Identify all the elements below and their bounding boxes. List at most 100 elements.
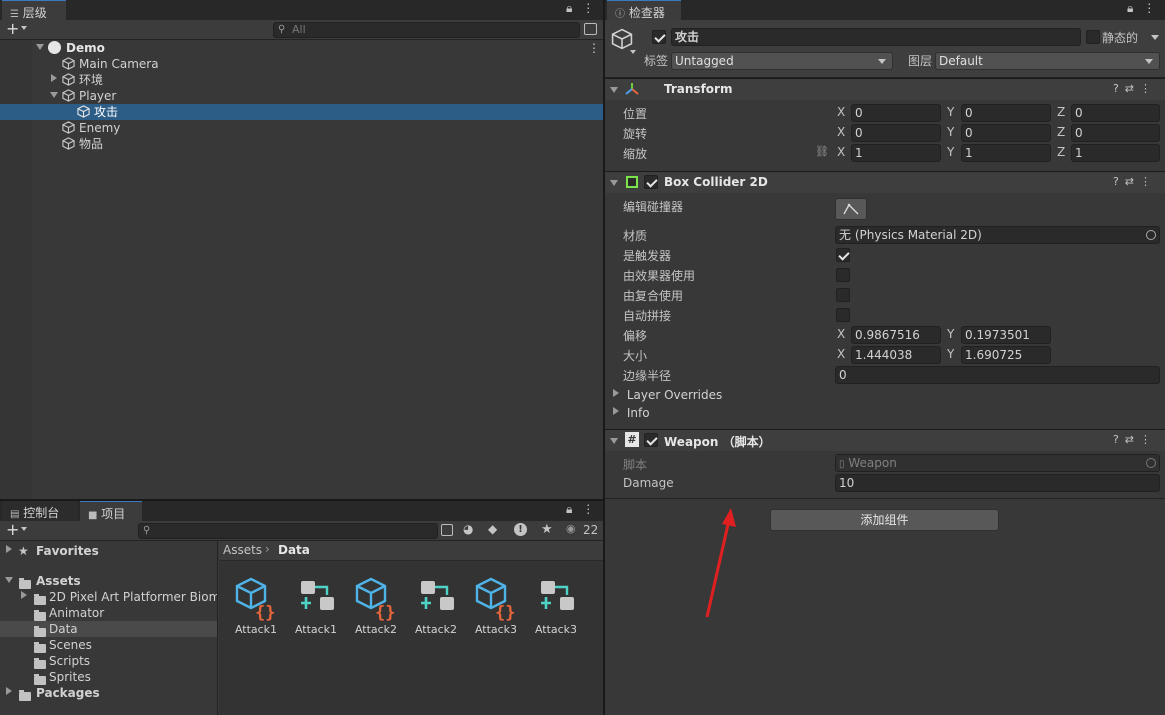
rotation-y-field[interactable]: 0 (961, 124, 1051, 142)
expand-arrow-icon[interactable] (613, 389, 619, 397)
static-dropdown-arrow-icon[interactable] (1151, 35, 1159, 40)
edit-collider-button[interactable] (835, 198, 867, 220)
help-icon[interactable]: ? (1113, 433, 1125, 446)
preset-icon[interactable]: ⇄ (1125, 433, 1140, 446)
expand-arrow-icon[interactable] (613, 407, 619, 415)
kebab-menu-icon[interactable]: ⋮ (1140, 82, 1157, 95)
collapse-arrow-icon[interactable] (50, 92, 58, 98)
axis-y-label[interactable]: Y (947, 105, 954, 119)
help-icon[interactable]: ? (1113, 82, 1125, 95)
kebab-menu-icon[interactable]: ⋮ (1143, 1, 1155, 15)
kebab-menu-icon[interactable]: ⋮ (582, 502, 594, 516)
add-plus-icon[interactable]: + (6, 520, 19, 539)
axis-x-label[interactable]: X (837, 327, 845, 341)
axis-x-label[interactable]: X (837, 347, 845, 361)
chevron-down-icon[interactable] (21, 26, 27, 30)
label-tag-icon[interactable]: ◆ (488, 522, 497, 536)
box-collider-header[interactable]: Box Collider 2D ?⇄⋮ (605, 171, 1165, 193)
offset-x-field[interactable]: 0.9867516 (851, 326, 941, 344)
axis-y-label[interactable]: Y (947, 145, 954, 159)
scale-z-field[interactable]: 1 (1071, 144, 1160, 162)
weapon-header[interactable]: # Weapon （脚本） ?⇄⋮ (605, 429, 1165, 451)
kebab-menu-icon[interactable]: ⋮ (1140, 433, 1157, 446)
damage-field[interactable]: 10 (835, 474, 1160, 492)
axis-x-label[interactable]: X (837, 125, 845, 139)
gameobject-cube-icon[interactable] (611, 28, 633, 50)
scale-x-field[interactable]: 1 (851, 144, 941, 162)
folder-row[interactable]: Animator (0, 605, 217, 621)
axis-y-label[interactable]: Y (947, 125, 954, 139)
is-trigger-checkbox[interactable] (836, 248, 850, 262)
asset-item[interactable]: {} Attack2 (351, 575, 401, 636)
panel-splitter-horizontal[interactable] (0, 499, 603, 501)
lock-icon[interactable]: 🔒︎ (1127, 1, 1133, 15)
filter-by-type-icon[interactable]: ◕ (463, 522, 473, 536)
folder-row[interactable]: Scripts (0, 653, 217, 669)
folder-row[interactable]: 2D Pixel Art Platformer Biome (0, 589, 217, 605)
lock-icon[interactable]: 🔒︎ (566, 1, 572, 15)
object-picker-icon[interactable] (1146, 230, 1156, 240)
active-checkbox[interactable] (652, 30, 666, 44)
hierarchy-item-environment[interactable]: 环境 (0, 72, 603, 88)
asset-item[interactable]: Attack3 (531, 575, 581, 636)
material-field[interactable]: 无 (Physics Material 2D) (835, 226, 1160, 244)
weapon-enabled-checkbox[interactable] (644, 433, 658, 447)
collapse-arrow-icon[interactable] (5, 577, 13, 583)
rotation-x-field[interactable]: 0 (851, 124, 941, 142)
info-foldout[interactable]: Info (613, 406, 650, 420)
position-z-field[interactable]: 0 (1071, 104, 1160, 122)
preset-icon[interactable]: ⇄ (1125, 175, 1140, 188)
size-y-field[interactable]: 1.690725 (961, 346, 1051, 364)
rotation-z-field[interactable]: 0 (1071, 124, 1160, 142)
asset-item[interactable]: {} Attack3 (471, 575, 521, 636)
axis-x-label[interactable]: X (837, 105, 845, 119)
help-icon[interactable]: ? (1113, 175, 1125, 188)
position-x-field[interactable]: 0 (851, 104, 941, 122)
favorites-row[interactable]: ★ Favorites (0, 543, 217, 559)
axis-z-label[interactable]: Z (1057, 105, 1065, 119)
kebab-menu-icon[interactable]: ⋮ (588, 40, 600, 56)
hierarchy-item-player[interactable]: Player (0, 88, 603, 104)
tag-dropdown[interactable]: Untagged (671, 52, 893, 70)
asset-item[interactable]: {} Attack1 (231, 575, 281, 636)
favorite-star-icon[interactable]: ★ (541, 522, 553, 537)
axis-y-label[interactable]: Y (947, 347, 954, 361)
collapse-arrow-icon[interactable] (610, 180, 618, 186)
axis-z-label[interactable]: Z (1057, 145, 1065, 159)
size-x-field[interactable]: 1.444038 (851, 346, 941, 364)
axis-z-label[interactable]: Z (1057, 125, 1065, 139)
asset-item[interactable]: Attack2 (411, 575, 461, 636)
inspector-tab-menu[interactable]: 🔒︎ ⋮ (1127, 1, 1155, 16)
transform-header[interactable]: Transform ?⇄⋮ (605, 78, 1165, 100)
edge-radius-field[interactable]: 0 (835, 366, 1160, 384)
eye-icon[interactable]: ◉ (566, 522, 576, 535)
hierarchy-item-main-camera[interactable]: Main Camera (0, 56, 603, 72)
project-tab-menu[interactable]: 🔒︎ ⋮ (566, 502, 594, 517)
collapse-arrow-icon[interactable] (610, 87, 618, 93)
expand-arrow-icon[interactable] (51, 74, 57, 82)
preset-icon[interactable]: ⇄ (1125, 82, 1140, 95)
collapse-arrow-icon[interactable] (610, 438, 618, 444)
hierarchy-item-enemy[interactable]: Enemy (0, 120, 603, 136)
kebab-menu-icon[interactable]: ⋮ (1140, 175, 1157, 188)
component-header-icons[interactable]: ?⇄⋮ (1113, 433, 1157, 446)
icon-dropdown-arrow-icon[interactable] (630, 50, 636, 54)
expand-arrow-icon[interactable] (6, 687, 12, 695)
search-by-type-icon[interactable] (441, 524, 453, 536)
tab-project[interactable]: ■ 项目 (80, 501, 142, 521)
axis-y-label[interactable]: Y (947, 327, 954, 341)
assets-row[interactable]: Assets (0, 573, 217, 589)
object-name-field[interactable]: 攻击 (671, 28, 1081, 46)
constrain-proportions-icon[interactable]: ⛓ (815, 145, 829, 158)
expand-arrow-icon[interactable] (36, 44, 44, 50)
breadcrumb-current[interactable]: Data (278, 543, 310, 557)
add-component-button[interactable]: 添加组件 (770, 509, 999, 531)
axis-x-label[interactable]: X (837, 145, 845, 159)
lock-icon[interactable]: 🔒︎ (566, 502, 572, 516)
hierarchy-tab-menu[interactable]: 🔒︎ ⋮ (566, 1, 594, 16)
static-checkbox[interactable] (1086, 30, 1100, 44)
layer-dropdown[interactable]: Default (935, 52, 1160, 70)
position-y-field[interactable]: 0 (961, 104, 1051, 122)
warning-icon[interactable]: ! (514, 523, 527, 536)
folder-row-selected[interactable]: Data (0, 621, 217, 637)
